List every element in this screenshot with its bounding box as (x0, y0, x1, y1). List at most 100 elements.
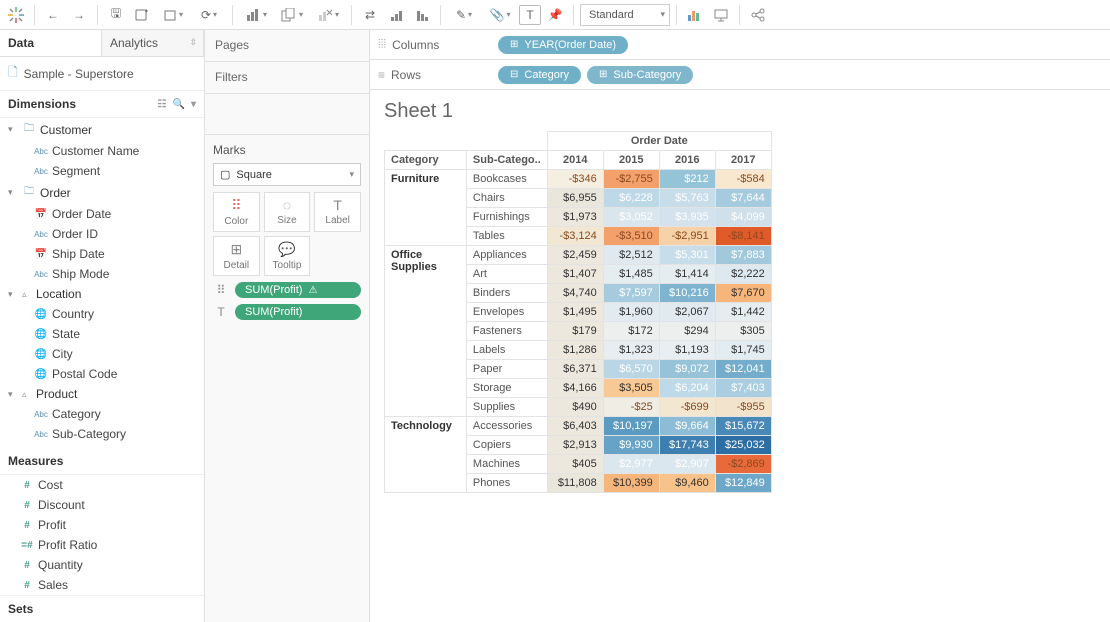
tree-field[interactable]: 📅Ship Date (0, 244, 204, 264)
data-cell[interactable]: $5,301 (659, 246, 715, 265)
marks-size-button[interactable]: ◌Size (264, 192, 311, 232)
sort-desc-button[interactable] (410, 3, 434, 27)
subcategory-cell[interactable]: Furnishings (466, 208, 547, 227)
tree-field[interactable]: 🌐Postal Code (0, 364, 204, 384)
data-cell[interactable]: $7,883 (715, 246, 771, 265)
data-cell[interactable]: $7,403 (715, 379, 771, 398)
marks-label-button[interactable]: TLabel (314, 192, 361, 232)
duplicate-button[interactable] (275, 3, 309, 27)
subcategory-cell[interactable]: Accessories (466, 417, 547, 436)
data-cell[interactable]: $4,099 (715, 208, 771, 227)
tree-measure[interactable]: #Quantity (0, 555, 204, 575)
new-data-source-button[interactable] (130, 3, 154, 27)
tab-data[interactable]: Data (0, 30, 102, 56)
data-cell[interactable]: -$2,755 (603, 170, 659, 189)
data-cell[interactable]: $490 (547, 398, 603, 417)
data-cell[interactable]: $17,743 (659, 436, 715, 455)
data-cell[interactable]: -$584 (715, 170, 771, 189)
tree-group[interactable]: ▾🗀Customer (0, 118, 204, 141)
new-worksheet-button[interactable] (239, 3, 273, 27)
data-cell[interactable]: $4,740 (547, 284, 603, 303)
data-cell[interactable]: -$25 (603, 398, 659, 417)
tree-group[interactable]: ▾▵Product (0, 384, 204, 404)
tree-field[interactable]: AbcSub-Category (0, 424, 204, 444)
rows-pill-category[interactable]: ⊟Category (498, 66, 581, 84)
data-cell[interactable]: $2,913 (547, 436, 603, 455)
data-cell[interactable]: $7,597 (603, 284, 659, 303)
sort-asc-button[interactable] (384, 3, 408, 27)
data-cell[interactable]: $6,371 (547, 360, 603, 379)
data-cell[interactable]: -$346 (547, 170, 603, 189)
data-cell[interactable]: $6,403 (547, 417, 603, 436)
subcategory-cell[interactable]: Art (466, 265, 547, 284)
save-button[interactable]: 🖫 (104, 3, 128, 27)
mark-type-select[interactable]: ▢Square (213, 163, 361, 186)
marks-pill-label[interactable]: SUM(Profit) (235, 304, 361, 320)
tree-field[interactable]: 📅Order Date (0, 204, 204, 224)
data-cell[interactable]: $15,672 (715, 417, 771, 436)
tree-field[interactable]: 🌐Country (0, 304, 204, 324)
subcategory-cell[interactable]: Chairs (466, 189, 547, 208)
rows-shelf[interactable]: ≡Rows ⊟Category ⊞Sub-Category (370, 60, 1110, 90)
data-cell[interactable]: $9,664 (659, 417, 715, 436)
subcategory-cell[interactable]: Fasteners (466, 322, 547, 341)
data-cell[interactable]: $25,032 (715, 436, 771, 455)
data-cell[interactable]: $405 (547, 455, 603, 474)
labels-toggle-button[interactable]: T (519, 5, 541, 25)
tree-field[interactable]: 🌐State (0, 324, 204, 344)
pin-button[interactable]: 📌 (543, 3, 567, 27)
data-cell[interactable]: $6,204 (659, 379, 715, 398)
data-cell[interactable]: $7,670 (715, 284, 771, 303)
data-cell[interactable]: $2,512 (603, 246, 659, 265)
data-cell[interactable]: $6,570 (603, 360, 659, 379)
data-cell[interactable]: $10,216 (659, 284, 715, 303)
data-cell[interactable]: -$3,510 (603, 227, 659, 246)
data-cell[interactable]: $6,955 (547, 189, 603, 208)
subcategory-cell[interactable]: Paper (466, 360, 547, 379)
sheet-title[interactable]: Sheet 1 (384, 100, 1096, 123)
subcategory-cell[interactable]: Envelopes (466, 303, 547, 322)
data-cell[interactable]: $1,442 (715, 303, 771, 322)
tree-field[interactable]: 🌐City (0, 344, 204, 364)
subcategory-cell[interactable]: Tables (466, 227, 547, 246)
data-cell[interactable]: $10,197 (603, 417, 659, 436)
marks-detail-button[interactable]: ⊞Detail (213, 236, 260, 276)
redo-button[interactable]: → (67, 3, 91, 27)
data-cell[interactable]: $179 (547, 322, 603, 341)
data-cell[interactable]: $6,228 (603, 189, 659, 208)
data-cell[interactable]: -$2,951 (659, 227, 715, 246)
category-cell[interactable]: Technology (385, 417, 467, 493)
fit-mode-select[interactable]: Standard (580, 4, 670, 26)
share-button[interactable] (746, 3, 770, 27)
tree-measure[interactable]: #Discount (0, 495, 204, 515)
year-header[interactable]: 2015 (603, 151, 659, 170)
data-cell[interactable]: -$955 (715, 398, 771, 417)
columns-shelf[interactable]: ⦙⦙⦙Columns ⊞YEAR(Order Date) (370, 30, 1110, 60)
tree-measure[interactable]: #Profit (0, 515, 204, 535)
marks-color-button[interactable]: ⠿Color (213, 192, 260, 232)
clear-button[interactable] (311, 3, 345, 27)
data-cell[interactable]: $305 (715, 322, 771, 341)
data-cell[interactable]: $11,808 (547, 474, 603, 493)
data-cell[interactable]: $7,644 (715, 189, 771, 208)
undo-button[interactable]: ← (41, 3, 65, 27)
subcategory-cell[interactable]: Appliances (466, 246, 547, 265)
data-cell[interactable]: -$3,124 (547, 227, 603, 246)
swap-button[interactable]: ⇄ (358, 3, 382, 27)
data-cell[interactable]: $1,485 (603, 265, 659, 284)
data-cell[interactable]: $1,960 (603, 303, 659, 322)
data-cell[interactable]: $2,222 (715, 265, 771, 284)
data-cell[interactable]: $5,763 (659, 189, 715, 208)
subcategory-cell[interactable]: Binders (466, 284, 547, 303)
tree-measure[interactable]: #Sales (0, 575, 204, 595)
data-cell[interactable]: $294 (659, 322, 715, 341)
subcategory-cell[interactable]: Labels (466, 341, 547, 360)
subcategory-cell[interactable]: Storage (466, 379, 547, 398)
data-cell[interactable]: $1,745 (715, 341, 771, 360)
data-cell[interactable]: -$8,141 (715, 227, 771, 246)
tree-measure[interactable]: #Cost (0, 475, 204, 495)
tree-group[interactable]: ▾🗀Order (0, 181, 204, 204)
show-me-button[interactable] (683, 3, 707, 27)
rows-pill-subcategory[interactable]: ⊞Sub-Category (587, 66, 693, 84)
columns-pill-year[interactable]: ⊞YEAR(Order Date) (498, 36, 628, 54)
